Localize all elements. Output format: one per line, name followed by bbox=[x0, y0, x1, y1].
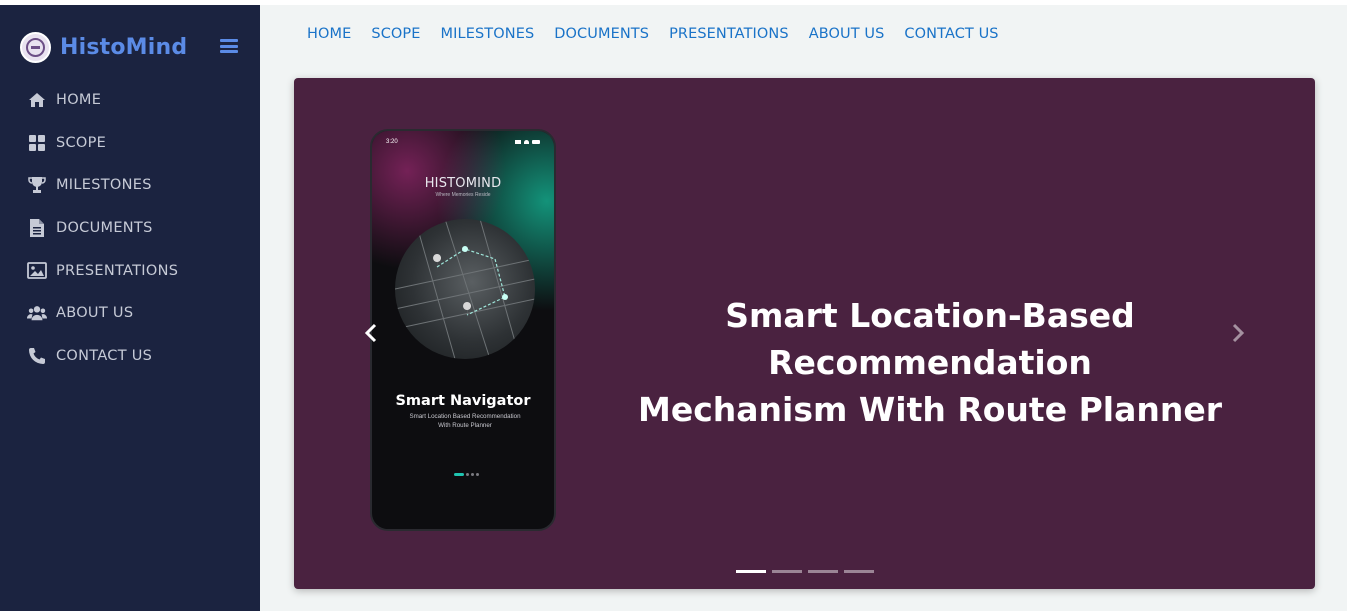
users-icon bbox=[27, 303, 47, 323]
sidebar-item-milestones[interactable]: MILESTONES bbox=[0, 164, 260, 207]
phone-brand: HISTOMIND bbox=[424, 176, 502, 191]
phone-page-dots bbox=[454, 473, 481, 476]
sidebar-item-label: CONTACT US bbox=[56, 347, 153, 364]
sidebar-item-label: PRESENTATIONS bbox=[56, 262, 179, 279]
phone-app-title: Smart Navigator bbox=[395, 393, 531, 409]
hero-carousel: 3:20 HISTOMIND Where Memories Reside Sma… bbox=[294, 78, 1315, 589]
phone-tagline: Where Memories Reside bbox=[435, 192, 491, 198]
brand-name: HistoMind bbox=[60, 34, 188, 60]
phone-status-bar: 3:20 bbox=[386, 139, 540, 145]
brand[interactable]: HistoMind bbox=[20, 27, 187, 67]
sidebar-item-scope[interactable]: SCOPE bbox=[0, 122, 260, 165]
carousel-indicator-3[interactable] bbox=[808, 570, 838, 573]
sidebar-item-label: ABOUT US bbox=[56, 305, 134, 322]
slide-title: Smart Location-Based Recommendation Mech… bbox=[638, 296, 1222, 429]
carousel-prev-button[interactable] bbox=[359, 318, 383, 348]
phone-icon bbox=[27, 346, 47, 366]
chevron-left-icon bbox=[364, 323, 377, 343]
topnav-presentations[interactable]: PRESENTATIONS bbox=[669, 26, 789, 42]
sidebar-nav: HOME SCOPE MILESTONES DOCUMENTS PRESENTA… bbox=[0, 79, 260, 377]
topnav-milestones[interactable]: MILESTONES bbox=[441, 26, 535, 42]
trophy-icon bbox=[27, 175, 47, 195]
signal-icon bbox=[512, 139, 540, 145]
image-icon bbox=[27, 261, 47, 281]
seal-logo-icon bbox=[20, 31, 51, 63]
sidebar-item-contact-us[interactable]: CONTACT US bbox=[0, 335, 260, 378]
phone-time: 3:20 bbox=[386, 139, 398, 145]
home-icon bbox=[27, 90, 47, 110]
menu-toggle-icon[interactable] bbox=[220, 39, 238, 53]
sidebar-item-label: HOME bbox=[56, 92, 102, 109]
grid-icon bbox=[27, 133, 47, 153]
carousel-indicator-1[interactable] bbox=[736, 570, 766, 573]
top-nav: HOME SCOPE MILESTONES DOCUMENTS PRESENTA… bbox=[307, 26, 1019, 42]
document-icon bbox=[27, 218, 47, 238]
sidebar-item-label: MILESTONES bbox=[56, 177, 152, 194]
carousel-next-button[interactable] bbox=[1226, 318, 1250, 348]
sidebar-item-documents[interactable]: DOCUMENTS bbox=[0, 207, 260, 250]
map-illustration bbox=[395, 219, 535, 359]
sidebar-item-home[interactable]: HOME bbox=[0, 79, 260, 122]
sidebar-item-about-us[interactable]: ABOUT US bbox=[0, 292, 260, 335]
topnav-contact-us[interactable]: CONTACT US bbox=[904, 26, 998, 42]
topnav-documents[interactable]: DOCUMENTS bbox=[554, 26, 649, 42]
topnav-about-us[interactable]: ABOUT US bbox=[809, 26, 885, 42]
carousel-indicator-2[interactable] bbox=[772, 570, 802, 573]
phone-app-subtitle: Smart Location Based Recommendation With… bbox=[409, 413, 521, 429]
phone-mockup: 3:20 HISTOMIND Where Memories Reside Sma… bbox=[370, 129, 556, 531]
carousel-indicator-4[interactable] bbox=[844, 570, 874, 573]
sidebar: HistoMind HOME SCOPE MILESTONES DOCUMENT… bbox=[0, 5, 260, 611]
sidebar-item-presentations[interactable]: PRESENTATIONS bbox=[0, 249, 260, 292]
sidebar-item-label: SCOPE bbox=[56, 134, 107, 151]
topnav-scope[interactable]: SCOPE bbox=[371, 26, 420, 42]
carousel-indicators bbox=[736, 570, 880, 573]
sidebar-item-label: DOCUMENTS bbox=[56, 220, 153, 237]
topnav-home[interactable]: HOME bbox=[307, 26, 351, 42]
chevron-right-icon bbox=[1232, 323, 1245, 343]
